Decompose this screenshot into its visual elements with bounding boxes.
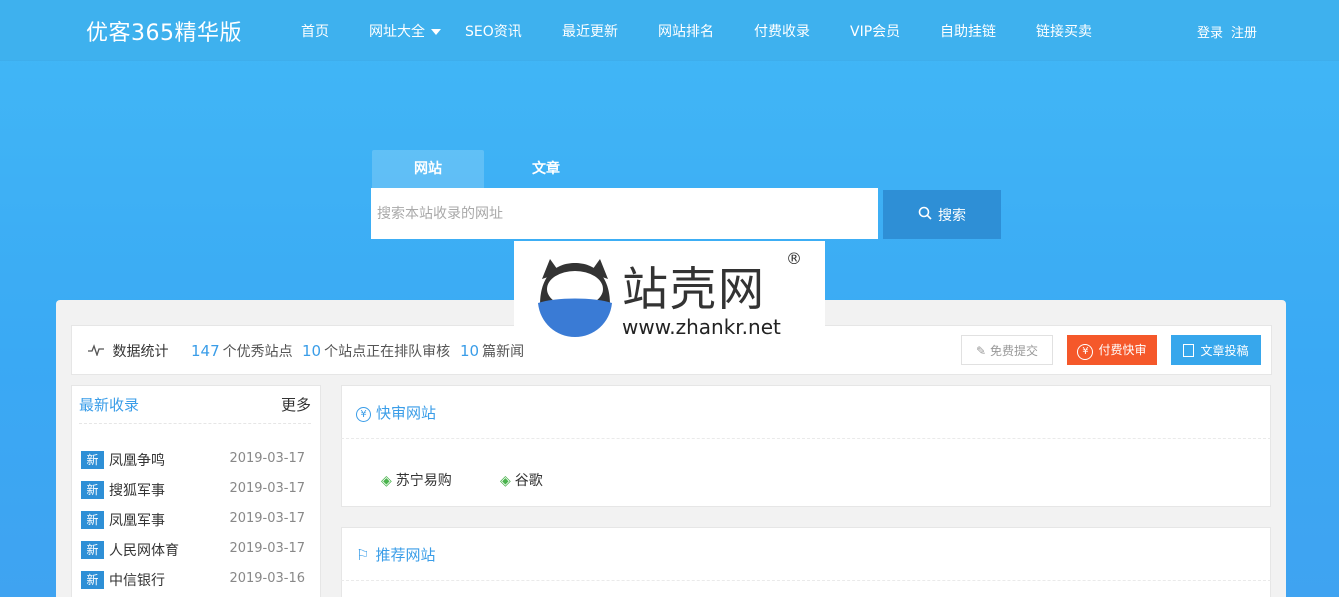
list-item: 新中信银行 2019-03-16 bbox=[81, 570, 311, 590]
nav-self-link[interactable]: 自助挂链 bbox=[940, 21, 996, 41]
list-item: 新凤凰争鸣 2019-03-17 bbox=[81, 450, 311, 470]
article-submit-button[interactable]: 文章投稿 bbox=[1171, 335, 1261, 365]
list-item-date: 2019-03-17 bbox=[229, 481, 305, 496]
pencil-icon: ✎ bbox=[975, 343, 987, 358]
stat-pending: 10 个站点正在排队审核 bbox=[302, 341, 450, 361]
new-badge: 新 bbox=[81, 481, 104, 499]
recommended-title: ⚐ 推荐网站 bbox=[356, 544, 435, 565]
search-icon bbox=[918, 206, 932, 224]
nav-paid-listing[interactable]: 付费收录 bbox=[754, 21, 810, 41]
cat-logo-icon bbox=[538, 259, 612, 337]
list-item-date: 2019-03-16 bbox=[229, 571, 305, 586]
article-submit-label: 文章投稿 bbox=[1200, 343, 1249, 358]
paid-review-label: 付费快审 bbox=[1098, 342, 1147, 357]
fast-review-title: ¥ 快审网站 bbox=[356, 402, 436, 423]
site-link[interactable]: ◈ 苏宁易购 bbox=[381, 470, 452, 490]
list-item: 新凤凰军事 2019-03-17 bbox=[81, 510, 311, 530]
divider bbox=[79, 423, 311, 424]
nav-seo-news[interactable]: SEO资讯 bbox=[465, 21, 522, 41]
watermark-url: www.zhankr.net bbox=[622, 315, 781, 339]
stat-sites-count: 147 bbox=[191, 342, 220, 360]
divider bbox=[341, 580, 1271, 581]
register-link[interactable]: 注册 bbox=[1231, 26, 1257, 41]
search-input[interactable] bbox=[371, 188, 878, 239]
site-link-label: 谷歌 bbox=[514, 473, 543, 489]
list-item-date: 2019-03-17 bbox=[229, 451, 305, 466]
nav-home[interactable]: 首页 bbox=[301, 21, 329, 41]
list-item-name[interactable]: 中信银行 bbox=[109, 573, 165, 589]
new-badge: 新 bbox=[81, 511, 104, 529]
stats-label: 数据统计 bbox=[88, 341, 168, 361]
nav-recent-updates[interactable]: 最近更新 bbox=[562, 21, 618, 41]
stat-news-count: 10 bbox=[460, 342, 480, 360]
new-badge: 新 bbox=[81, 541, 104, 559]
nav-link-trade[interactable]: 链接买卖 bbox=[1036, 21, 1092, 41]
stat-sites: 147 个优秀站点 bbox=[191, 341, 293, 361]
site-link[interactable]: ◈ 谷歌 bbox=[500, 470, 543, 490]
yen-icon: ¥ bbox=[1077, 343, 1094, 360]
new-badge: 新 bbox=[81, 451, 104, 469]
stat-pending-count: 10 bbox=[302, 342, 322, 360]
search-button-label: 搜索 bbox=[938, 207, 966, 224]
list-item-name[interactable]: 凤凰军事 bbox=[109, 513, 165, 529]
list-item-name[interactable]: 凤凰争鸣 bbox=[109, 453, 165, 469]
list-item-name[interactable]: 搜狐军事 bbox=[109, 483, 165, 499]
tab-sites[interactable]: 网站 bbox=[372, 150, 484, 188]
free-submit-label: 免费提交 bbox=[990, 343, 1039, 358]
pulse-icon bbox=[88, 344, 108, 360]
recommended-card bbox=[341, 527, 1271, 597]
list-item-date: 2019-03-17 bbox=[229, 511, 305, 526]
paid-review-button[interactable]: ¥ 付费快审 bbox=[1067, 335, 1157, 365]
nav-vip[interactable]: VIP会员 bbox=[850, 21, 900, 41]
search-tabs: 网站 文章 bbox=[372, 150, 612, 188]
document-icon bbox=[1183, 343, 1195, 357]
latest-more-link[interactable]: 更多 bbox=[281, 394, 311, 415]
watermark-logo: 站壳网 ® www.zhankr.net bbox=[514, 241, 825, 339]
list-item-name[interactable]: 人民网体育 bbox=[109, 543, 179, 559]
new-badge: 新 bbox=[81, 571, 104, 589]
stats-label-text: 数据统计 bbox=[112, 344, 169, 360]
fast-review-title-text: 快审网站 bbox=[376, 404, 437, 422]
site-link-label: 苏宁易购 bbox=[395, 473, 452, 489]
flag-icon: ⚐ bbox=[356, 546, 370, 564]
fast-review-card bbox=[341, 385, 1271, 507]
recommended-title-text: 推荐网站 bbox=[375, 546, 436, 564]
list-item-date: 2019-03-17 bbox=[229, 541, 305, 556]
site-logo-text[interactable]: 优客365精华版 bbox=[86, 15, 242, 47]
stat-news: 10 篇新闻 bbox=[460, 341, 524, 361]
auth-links: 登录 注册 bbox=[1197, 22, 1265, 41]
diamond-icon: ◈ bbox=[381, 473, 392, 489]
divider bbox=[341, 438, 1271, 439]
free-submit-button[interactable]: ✎ 免费提交 bbox=[961, 335, 1053, 365]
list-item: 新人民网体育 2019-03-17 bbox=[81, 540, 311, 560]
nav-directory-label: 网址大全 bbox=[369, 24, 425, 40]
watermark-name: 站壳网 bbox=[622, 262, 766, 316]
stat-sites-text: 个优秀站点 bbox=[222, 344, 293, 360]
list-item: 新搜狐军事 2019-03-17 bbox=[81, 480, 311, 500]
nav-site-ranking[interactable]: 网站排名 bbox=[658, 21, 714, 41]
tab-articles[interactable]: 文章 bbox=[490, 150, 602, 188]
latest-listings-title: 最新收录 bbox=[79, 396, 140, 414]
nav-directory[interactable]: 网址大全 bbox=[369, 21, 441, 41]
login-link[interactable]: 登录 bbox=[1197, 26, 1223, 41]
stat-news-text: 篇新闻 bbox=[482, 344, 525, 360]
chevron-down-icon bbox=[431, 29, 441, 35]
diamond-icon: ◈ bbox=[500, 473, 511, 489]
yen-icon: ¥ bbox=[356, 407, 371, 422]
registered-mark: ® bbox=[786, 249, 802, 268]
stat-pending-text: 个站点正在排队审核 bbox=[324, 344, 451, 360]
search-button[interactable]: 搜索 bbox=[883, 190, 1001, 239]
